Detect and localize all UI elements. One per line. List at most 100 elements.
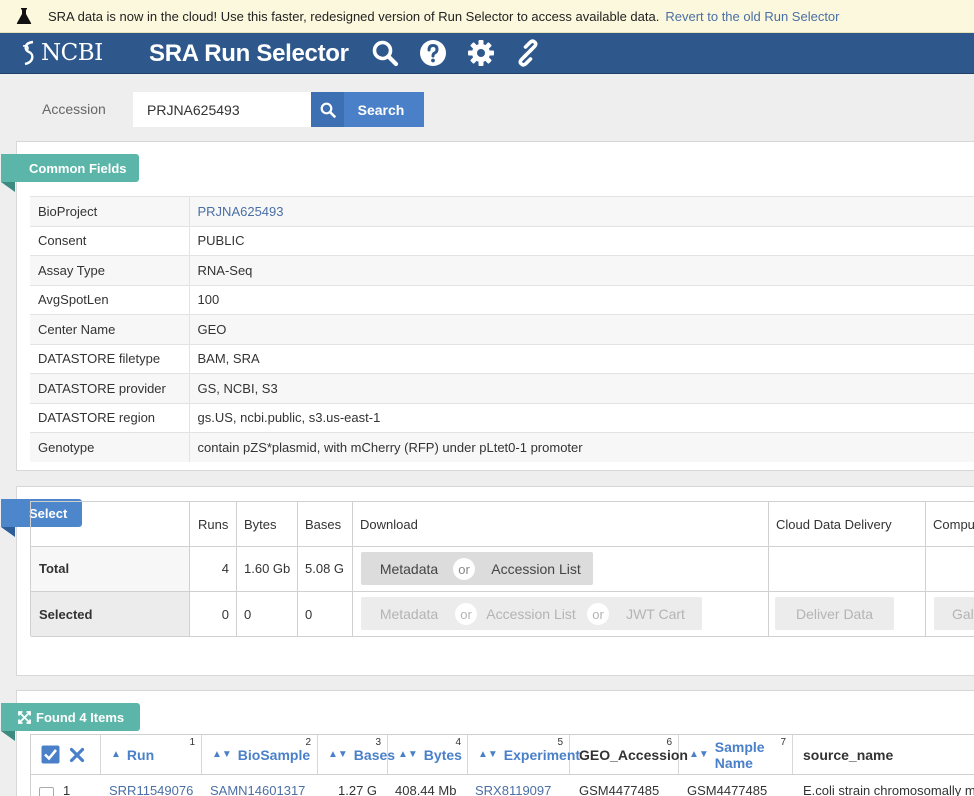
column-number: 1: [189, 737, 195, 748]
column-number: 3: [375, 737, 381, 748]
search-button-label: Search: [357, 101, 405, 118]
biosample-link[interactable]: SAMN14601317: [210, 783, 305, 796]
or-separator: or: [455, 603, 477, 625]
common-fields-tag-label: Common Fields: [29, 160, 127, 176]
column-label: Experiment: [503, 746, 581, 763]
column-header-biosample[interactable]: ▲▼ BioSample 2: [202, 735, 318, 774]
found-items-tag: Found 4 Items: [1, 703, 141, 741]
column-header-geo-accession[interactable]: GEO_Accession 6: [570, 735, 688, 774]
accession-label: Accession: [42, 101, 106, 117]
found-items-label: Found 4 Items: [36, 709, 125, 725]
bases-header: Bases: [305, 516, 342, 532]
column-header-sample-name[interactable]: ▲▼ Sample Name 7: [679, 735, 793, 774]
column-header-bases[interactable]: ▲▼ Bases 3: [318, 735, 395, 774]
clear-selection-icon[interactable]: [69, 747, 85, 763]
column-header-run[interactable]: ▲ Run 1: [101, 735, 202, 774]
field-value: GS, NCBI, S3: [189, 373, 974, 403]
grid-line: [31, 636, 974, 637]
column-header-source-name[interactable]: source_name: [793, 735, 974, 774]
field-value: gs.US, ncbi.public, s3.us-east-1: [189, 402, 974, 433]
metadata-selected-button[interactable]: Metadata: [361, 597, 457, 630]
column-number: 7: [780, 737, 786, 748]
field-key: BioProject: [30, 196, 190, 226]
row-index: 1: [63, 783, 71, 796]
results-table: ▲ Run 1 ▲▼ BioSample 2 ▲▼ Bases 3 ▲▼ Bytes 4 ▲▼ E…: [30, 734, 974, 796]
compute-header: Compu: [933, 516, 974, 532]
selected-bases: 0: [305, 606, 313, 622]
cloud-banner: SRA data is now in the cloud! Use this f…: [0, 0, 974, 33]
field-row: Genotype contain pZS*plasmid, with mCherr…: [30, 432, 974, 462]
search-button[interactable]: Search: [311, 92, 424, 127]
common-fields-table: BioProject PRJNA625493 Consent PUBLIC Assa…: [30, 196, 974, 462]
field-row: Consent PUBLIC: [30, 225, 974, 256]
column-header-experiment[interactable]: ▲▼ Experiment 5: [468, 735, 580, 774]
bioproject-link[interactable]: PRJNA625493: [189, 196, 974, 226]
field-key: Assay Type: [30, 255, 190, 285]
tag-fold: [1, 527, 15, 537]
selected-label: Selected: [39, 606, 93, 622]
app-header: NCBI SRA Run Selector: [0, 33, 974, 74]
grid-line: [31, 546, 974, 547]
gear-icon[interactable]: [466, 38, 496, 68]
bytes-value: 408.44 Mb: [395, 783, 457, 796]
field-key: DATASTORE provider: [30, 373, 190, 403]
accession-list-total-button[interactable]: Accession List: [479, 552, 593, 585]
accession-list-selected-button[interactable]: Accession List: [481, 597, 581, 630]
flask-icon: [16, 8, 32, 24]
field-key: AvgSpotLen: [30, 284, 190, 315]
field-value: PUBLIC: [189, 225, 974, 256]
galaxy-button[interactable]: Gala: [934, 597, 974, 630]
field-key: Consent: [30, 225, 190, 256]
revert-link[interactable]: Revert to the old Run Selector: [665, 9, 839, 24]
logo-text: NCBI: [41, 40, 103, 66]
column-label: GEO_Accession: [579, 746, 688, 763]
column-label: BioSample: [237, 746, 311, 763]
total-runs: 4: [221, 561, 229, 576]
field-row: DATASTORE filetype BAM, SRA: [30, 343, 974, 374]
grid-line: [31, 591, 974, 592]
field-row: DATASTORE provider GS, NCBI, S3: [30, 373, 974, 403]
sort-icon: ▲▼: [328, 749, 348, 760]
banner-message: SRA data is now in the cloud! Use this f…: [48, 8, 660, 24]
expand-icon: [18, 710, 31, 724]
sort-icon: ▲▼: [398, 749, 418, 760]
field-row: Center Name GEO: [30, 314, 974, 344]
field-row: AvgSpotLen 100: [30, 284, 974, 315]
link-icon[interactable]: [513, 38, 543, 68]
experiment-link[interactable]: SRX8119097: [475, 783, 551, 796]
column-number: 5: [557, 737, 563, 748]
bytes-header: Bytes: [244, 516, 277, 532]
deliver-data-button[interactable]: Deliver Data: [775, 597, 894, 630]
grid-line: [31, 774, 974, 775]
sort-icon: ▲▼: [212, 749, 232, 760]
total-bases: 5.08 G: [305, 561, 345, 576]
cloud-delivery-header: Cloud Data Delivery: [776, 516, 892, 532]
field-key: Center Name: [30, 314, 190, 344]
field-value: contain pZS*plasmid, with mCherry (RFP) …: [189, 432, 974, 462]
column-number: 2: [305, 737, 311, 748]
select-all-cell: [31, 735, 101, 774]
jwt-cart-button[interactable]: JWT Cart: [609, 597, 702, 630]
run-link[interactable]: SRR11549076: [109, 783, 193, 796]
select-all-checkbox[interactable]: [41, 745, 60, 764]
geo-accession-value: GSM4477485: [579, 783, 660, 796]
search-icon[interactable]: [370, 38, 400, 68]
field-value: BAM, SRA: [189, 343, 974, 374]
sort-icon: ▲▼: [689, 749, 709, 760]
metadata-total-button[interactable]: Metadata: [361, 552, 457, 585]
field-value: RNA-Seq: [189, 255, 974, 285]
ncbi-logo[interactable]: NCBI: [20, 38, 103, 68]
help-icon[interactable]: [418, 38, 448, 68]
accession-input[interactable]: [133, 92, 311, 127]
download-header: Download: [360, 516, 418, 532]
source-name-value: E.coli strain chromosomally m: [803, 783, 974, 796]
column-label: Run: [126, 746, 155, 763]
field-key: Genotype: [30, 432, 190, 462]
or-separator: or: [453, 558, 475, 580]
column-header-bytes[interactable]: ▲▼ Bytes 4: [388, 735, 468, 774]
column-number: 4: [455, 737, 461, 748]
row-checkbox[interactable]: [39, 787, 54, 796]
selected-bytes: 0: [244, 606, 252, 622]
total-label: Total: [39, 561, 70, 576]
runs-header: Runs: [198, 516, 229, 532]
